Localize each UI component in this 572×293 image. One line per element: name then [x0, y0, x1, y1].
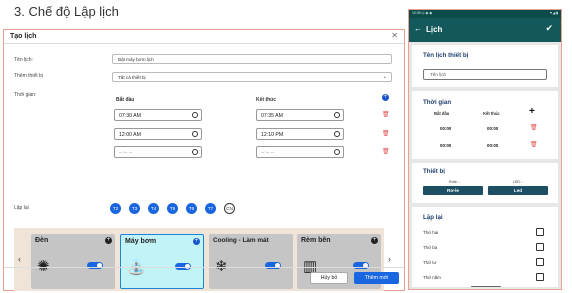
repeat-section: Lặp lại Thứ hai Thứ ba Thứ tư Thứ năm: [412, 207, 558, 287]
day-checkbox[interactable]: [536, 273, 544, 281]
clock-icon: [192, 149, 198, 155]
close-icon[interactable]: ✕: [391, 31, 398, 40]
name-label: Tên lịch:: [14, 57, 33, 63]
time-section: Thời gian Bắt đầu Kết thúc + 00:00 00:00…: [412, 91, 558, 159]
add-device-button[interactable]: +: [105, 237, 112, 244]
app-bar: ← Lịch ✔: [409, 18, 561, 42]
device-label: Thêm thiết bị: [14, 73, 43, 79]
trash-icon[interactable]: 🗑: [530, 124, 538, 131]
end-time-input[interactable]: --:-- --: [256, 146, 344, 158]
end-time-input[interactable]: 07:35 AM: [256, 109, 344, 121]
screen-title: Lịch: [426, 25, 443, 34]
start-header: Bắt đầu: [116, 97, 135, 103]
trash-icon[interactable]: 🗑: [382, 148, 390, 155]
day-toggle-t6[interactable]: T6: [186, 203, 197, 214]
cancel-button[interactable]: Hủy bỏ: [310, 272, 348, 284]
trash-icon[interactable]: 🗑: [382, 111, 390, 118]
create-schedule-dialog: Tạo lịch ✕ Tên lịch: Bật máy bơm lịch Th…: [3, 29, 405, 291]
device-select[interactable]: Tất cả thiết bị ⌄: [112, 72, 392, 82]
status-bar: 10:35 ◷ ◉ ◉ ▼◢ ▮: [409, 10, 561, 18]
clock-icon: [334, 149, 340, 155]
chevron-down-icon: ⌄: [382, 74, 387, 80]
add-device-button[interactable]: +: [193, 238, 200, 245]
arrow-left-icon[interactable]: ←: [414, 24, 422, 33]
clock-icon: [192, 131, 198, 137]
trash-icon[interactable]: 🗑: [382, 130, 390, 137]
day-checkbox[interactable]: [536, 228, 544, 236]
end-header: Kết thúc: [256, 97, 276, 103]
add-time-row-button[interactable]: +: [382, 94, 389, 101]
clock-icon: [334, 131, 340, 137]
end-time[interactable]: 00:00: [487, 143, 498, 148]
day-toggle-cn[interactable]: CN: [224, 203, 235, 214]
repeat-label: Lặp lại: [14, 205, 29, 211]
end-time[interactable]: 00:00: [487, 126, 498, 131]
start-time-input[interactable]: --:-- --: [114, 146, 202, 158]
day-toggle-t2[interactable]: T2: [110, 203, 121, 214]
relay-button[interactable]: Rơ-le: [423, 186, 483, 195]
day-toggle-t5[interactable]: T5: [167, 203, 178, 214]
day-toggle-t3[interactable]: T3: [129, 203, 140, 214]
start-time-input[interactable]: 07:30 AM: [114, 109, 202, 121]
start-time[interactable]: 00:00: [440, 126, 451, 131]
schedule-name-input[interactable]: Tên lịch: [423, 69, 547, 80]
day-checkbox[interactable]: [536, 258, 544, 266]
dialog-title: Tạo lịch: [10, 33, 37, 40]
device-select-value: Tất cả thiết bị: [118, 75, 146, 80]
day-toggle-t4[interactable]: T4: [148, 203, 159, 214]
start-time-input[interactable]: 12:00 AM: [114, 128, 202, 140]
add-device-button[interactable]: +: [371, 237, 378, 244]
trash-icon[interactable]: 🗑: [530, 141, 538, 148]
device-section: Thiết bị Rơle: - LED: - Rơ-le Led: [412, 163, 558, 203]
divider: [4, 43, 404, 44]
check-icon[interactable]: ✔: [545, 23, 553, 34]
start-time[interactable]: 00:00: [440, 143, 451, 148]
name-section: Tên lịch thiết bị Tên lịch: [412, 45, 558, 87]
mobile-screen: 10:35 ◷ ◉ ◉ ▼◢ ▮ ← Lịch ✔ Tên lịch thiết…: [408, 9, 562, 290]
led-button[interactable]: Led: [488, 186, 548, 195]
end-time-input[interactable]: 12:10 PM: [256, 128, 344, 140]
day-toggle-t7[interactable]: T7: [205, 203, 216, 214]
day-checkbox[interactable]: [536, 243, 544, 251]
submit-button[interactable]: Thêm mới: [354, 272, 399, 284]
schedule-name-input[interactable]: Bật máy bơm lịch: [112, 54, 392, 64]
time-label: Thời gian:: [14, 92, 37, 98]
home-indicator: [471, 285, 501, 287]
clock-icon: [334, 112, 340, 118]
add-time-button[interactable]: +: [529, 106, 535, 117]
chevron-left-icon[interactable]: ‹: [18, 254, 21, 264]
section-heading: 3. Chế độ Lập lịch: [14, 4, 119, 19]
chevron-right-icon[interactable]: ›: [388, 254, 391, 264]
clock-icon: [192, 112, 198, 118]
